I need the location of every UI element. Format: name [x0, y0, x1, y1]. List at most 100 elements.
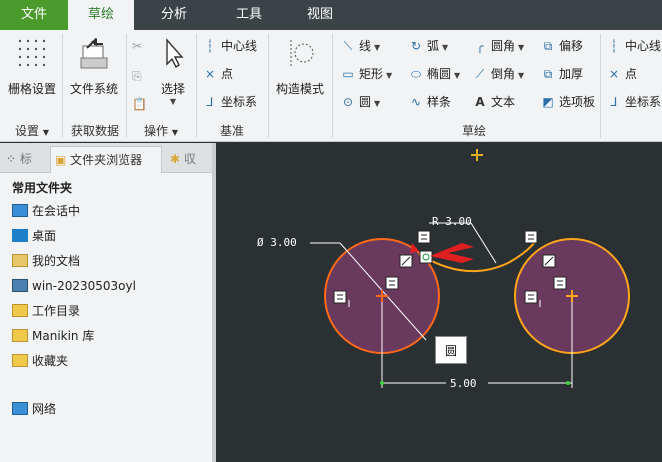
chamfer-button[interactable]: ⟋ 倒角 ▼ — [472, 64, 524, 84]
text-icon: A — [475, 95, 485, 109]
ellipse-label: 椭圆 — [427, 67, 452, 81]
group-operations[interactable]: 操作 ▼ — [128, 122, 194, 140]
point-button[interactable]: × 点 — [202, 64, 233, 84]
network-icon — [12, 402, 28, 415]
file-system-label: 文件系统 — [69, 82, 118, 96]
folder-item-network[interactable]: 网络 — [12, 399, 56, 419]
divider — [196, 34, 197, 138]
centerline-button[interactable]: ┆ 中心线 — [202, 36, 257, 56]
rectangle-icon: ▭ — [342, 67, 354, 81]
dim-radius[interactable]: R 3.00 — [432, 215, 472, 228]
file-system-button[interactable]: 文件系统 — [66, 36, 122, 97]
constraint-tangent-1 — [399, 254, 413, 268]
folder-item-favorites[interactable]: 收藏夹 — [12, 351, 68, 371]
divider — [62, 34, 63, 138]
construct-mode-button[interactable]: 构造模式 — [272, 36, 328, 97]
constraint-equal-1 — [417, 230, 431, 244]
group-settings[interactable]: 设置 ▼ — [4, 122, 60, 140]
coord-sys-button[interactable]: ⅃ 坐标系 — [202, 92, 257, 112]
ellipse-icon: ⬭ — [410, 67, 422, 81]
chevron-down-icon: ▼ — [171, 128, 178, 137]
tab-tools[interactable]: 工具 — [214, 0, 284, 30]
line-button[interactable]: ⟍ 线 ▼ — [340, 36, 380, 56]
select-button[interactable]: 选择 ▼ — [154, 36, 192, 106]
tree-icon: ⁘ — [6, 152, 17, 166]
coord-sys2-button[interactable]: ⅃ 坐标系 — [606, 92, 661, 112]
tab-sketch[interactable]: 草绘 — [68, 0, 134, 30]
tab-favorites[interactable]: ✱ 収 — [166, 146, 210, 173]
constraint-equal-2 — [524, 230, 538, 244]
copy-icon[interactable]: ⎘ — [132, 66, 142, 86]
constraint-equal-4 — [553, 276, 567, 290]
thicken-icon: ⧉ — [543, 67, 553, 81]
grid-settings-label: 栅格设置 — [7, 82, 56, 96]
tab-folder-browser[interactable]: ▣ 文件夹浏览器 — [50, 146, 162, 173]
paste-icon[interactable]: 📋 — [132, 94, 147, 114]
origin-marker — [471, 149, 483, 161]
red-arrow-icon — [430, 243, 474, 263]
offset-button[interactable]: ⧉ 偏移 — [540, 36, 583, 56]
tab-model-label: 标 — [19, 152, 32, 166]
arc-label: 弧 — [427, 39, 440, 53]
circle-icon: ⊙ — [342, 95, 354, 109]
chevron-down-icon: ▼ — [374, 99, 381, 108]
folder-item-label: 桌面 — [32, 229, 57, 243]
cursor-icon — [161, 36, 185, 70]
folder-item-label: 在会话中 — [32, 204, 81, 218]
centerline2-label: 中心线 — [625, 39, 662, 53]
cut-icon[interactable]: ✂ — [132, 36, 142, 56]
palette-button[interactable]: ◩ 选项板 — [540, 92, 595, 112]
coord-sys-icon: ⅃ — [610, 95, 618, 109]
group-sketch: 草绘 — [461, 124, 486, 138]
sketch-canvas[interactable]: Ø 3.00 R 3.00 5.00 圆 — [216, 143, 662, 462]
constraint-equal-6 — [524, 290, 538, 304]
folder-icon: ▣ — [55, 153, 67, 167]
ribbon-tab-bar: 文件 草绘 分析 工具 视图 — [0, 0, 662, 30]
folder-item-session[interactable]: 在会话中 — [12, 201, 80, 221]
chevron-down-icon: ▼ — [169, 97, 177, 106]
constraint-tangent-2 — [542, 254, 556, 268]
arc-button[interactable]: ↻ 弧 ▼ — [408, 36, 448, 56]
dim-diameter[interactable]: Ø 3.00 — [257, 236, 297, 249]
text-button[interactable]: A 文本 — [472, 92, 515, 112]
tab-file[interactable]: 文件 — [0, 0, 68, 30]
folder-item-documents[interactable]: 我的文档 — [12, 251, 80, 271]
spline-icon: ∿ — [410, 95, 422, 109]
point2-button[interactable]: × 点 — [606, 64, 637, 84]
folder-item-label: win-20230503oyl — [32, 279, 136, 293]
spline-button[interactable]: ∿ 样条 — [408, 92, 451, 112]
construct-mode-icon — [283, 36, 317, 70]
ellipse-button[interactable]: ⬭ 椭圆 ▼ — [408, 64, 460, 84]
folder-item-working-dir[interactable]: 工作目录 — [12, 301, 80, 321]
point-icon: × — [608, 67, 620, 81]
tab-fav-label: 収 — [183, 152, 196, 166]
line-icon: ⟍ — [343, 39, 353, 53]
tab-view[interactable]: 视图 — [284, 0, 356, 30]
folder-item-manikin[interactable]: Manikin 库 — [12, 326, 94, 346]
point-label: 点 — [221, 67, 234, 81]
centerline2-button[interactable]: ┆ 中心线 — [606, 36, 661, 56]
thicken-label: 加厚 — [559, 67, 584, 81]
folder-item-label: 收藏夹 — [32, 354, 69, 368]
fillet-button[interactable]: ╭ 圆角 ▼ — [472, 36, 524, 56]
tab-analysis[interactable]: 分析 — [134, 0, 214, 30]
fillet-icon: ╭ — [476, 39, 484, 53]
folder-item-computer[interactable]: win-20230503oyl — [12, 276, 136, 296]
construct-mode-label: 构造模式 — [275, 82, 324, 96]
sketch-drawing — [310, 149, 630, 388]
grid-settings-button[interactable]: 栅格设置 — [4, 36, 60, 97]
constraint-equal-5 — [333, 290, 347, 304]
centerline-label: 中心线 — [221, 39, 258, 53]
chamfer-icon: ⟋ — [475, 67, 485, 81]
dim-distance[interactable]: 5.00 — [450, 377, 477, 390]
library-icon — [12, 329, 28, 342]
thicken-button[interactable]: ⧉ 加厚 — [540, 64, 583, 84]
rectangle-button[interactable]: ▭ 矩形 ▼ — [340, 64, 392, 84]
grid-icon — [15, 36, 49, 70]
tab-model-tree[interactable]: ⁘ 标 — [2, 146, 46, 173]
circle-button[interactable]: ⊙ 圆 ▼ — [340, 92, 380, 112]
select-label: 选择 — [160, 82, 185, 96]
file-system-icon — [77, 36, 111, 70]
folder-item-desktop[interactable]: 桌面 — [12, 226, 56, 246]
centerline-icon: ┆ — [206, 39, 214, 53]
